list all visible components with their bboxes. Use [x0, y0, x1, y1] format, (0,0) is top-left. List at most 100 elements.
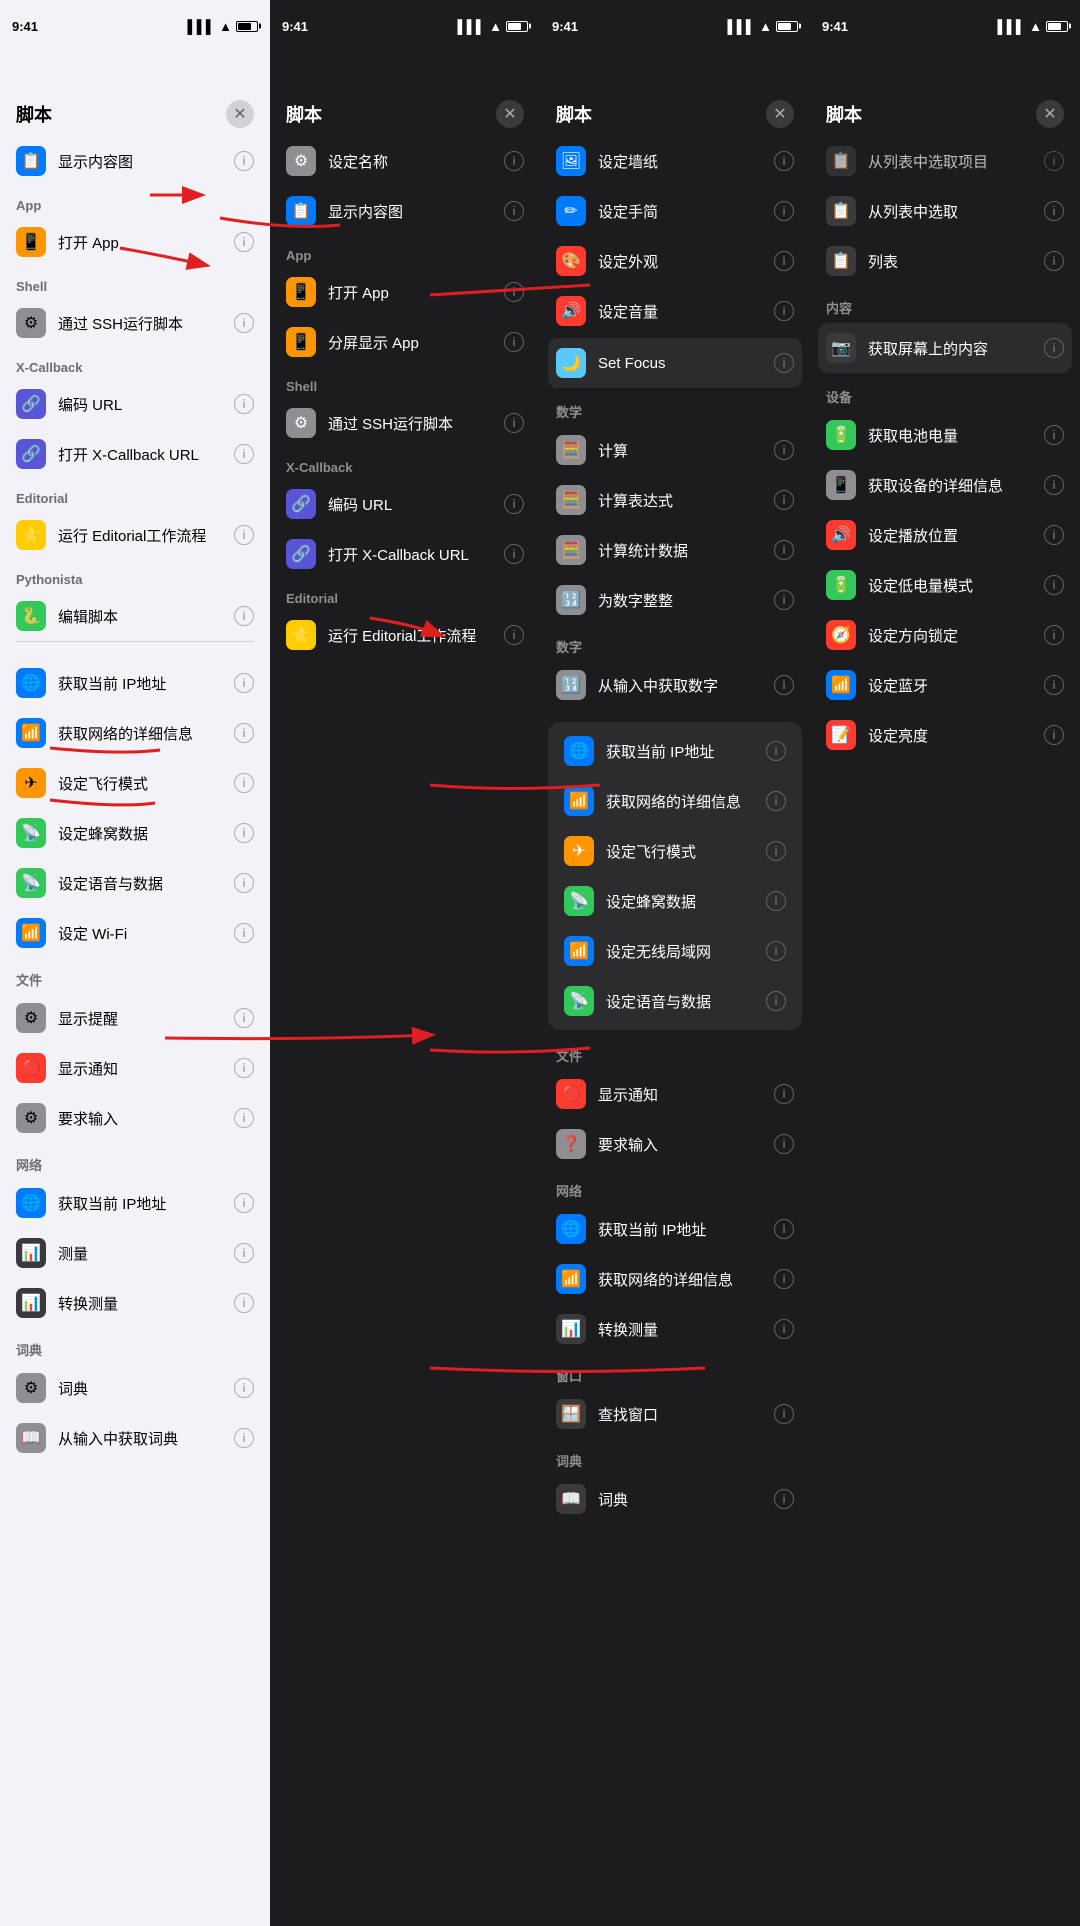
info-icon[interactable]: i	[234, 773, 254, 793]
list-item[interactable]: 📋 从列表中选取项目 i	[810, 136, 1080, 186]
list-item[interactable]: 📱 打开 App i	[270, 267, 540, 317]
info-icon[interactable]: i	[234, 151, 254, 171]
info-icon[interactable]: i	[774, 1219, 794, 1239]
info-icon[interactable]: i	[504, 201, 524, 221]
info-icon[interactable]: i	[234, 823, 254, 843]
list-item[interactable]: 📶 设定 Wi-Fi i	[0, 908, 270, 958]
info-icon[interactable]: i	[504, 544, 524, 564]
info-icon[interactable]: i	[504, 151, 524, 171]
list-item[interactable]: 🔋 设定低电量模式 i	[810, 560, 1080, 610]
list-item[interactable]: ⚙ 设定名称 i	[270, 136, 540, 186]
info-icon[interactable]: i	[774, 490, 794, 510]
list-item[interactable]: 🔗 打开 X-Callback URL i	[270, 529, 540, 579]
list-item[interactable]: 📖 词典 i	[540, 1474, 810, 1524]
list-item[interactable]: 🔢 为数字整整 i	[540, 575, 810, 625]
info-icon[interactable]: i	[766, 941, 786, 961]
list-item[interactable]: 📋 列表 i	[810, 236, 1080, 286]
info-icon[interactable]: i	[1044, 151, 1064, 171]
info-icon[interactable]: i	[766, 791, 786, 811]
info-icon[interactable]: i	[774, 151, 794, 171]
list-item[interactable]: ❓ 要求输入 i	[540, 1119, 810, 1169]
list-item[interactable]: 🧭 设定方向锁定 i	[810, 610, 1080, 660]
list-item[interactable]: ⭐ 运行 Editorial工作流程 i	[0, 510, 270, 560]
list-item[interactable]: 🔊 设定音量 i	[540, 286, 810, 336]
info-icon[interactable]: i	[774, 540, 794, 560]
info-icon[interactable]: i	[504, 413, 524, 433]
list-item[interactable]: 🔊 设定播放位置 i	[810, 510, 1080, 560]
info-icon[interactable]: i	[234, 873, 254, 893]
list-item[interactable]: 🐍 编辑脚本 i	[0, 591, 270, 641]
list-item[interactable]: 📡 设定语音与数据 i	[0, 858, 270, 908]
info-icon[interactable]: i	[504, 332, 524, 352]
info-icon[interactable]: i	[234, 1058, 254, 1078]
info-icon[interactable]: i	[774, 590, 794, 610]
list-item[interactable]: 📋 显示内容图 i	[0, 136, 270, 186]
info-icon[interactable]: i	[766, 891, 786, 911]
info-icon[interactable]: i	[774, 1404, 794, 1424]
list-item[interactable]: 📡 设定语音与数据 i	[548, 976, 802, 1026]
list-item[interactable]: 🧮 计算表达式 i	[540, 475, 810, 525]
list-item[interactable]: ⚙ 词典 i	[0, 1363, 270, 1413]
list-item[interactable]: 📊 转换测量 i	[0, 1278, 270, 1328]
list-item[interactable]: 📊 转换测量 i	[540, 1304, 810, 1354]
list-item[interactable]: 🪟 查找窗口 i	[540, 1389, 810, 1439]
info-icon[interactable]: i	[234, 525, 254, 545]
list-item[interactable]: 🌐 获取当前 IP地址 i	[548, 726, 802, 776]
info-icon[interactable]: i	[774, 201, 794, 221]
list-item[interactable]: ⚙ 要求输入 i	[0, 1093, 270, 1143]
info-icon[interactable]: i	[504, 494, 524, 514]
list-item[interactable]: ⭐ 运行 Editorial工作流程 i	[270, 610, 540, 660]
info-icon[interactable]: i	[1044, 525, 1064, 545]
info-icon[interactable]: i	[766, 991, 786, 1011]
list-item[interactable]: ⚙ 显示提醒 i	[0, 993, 270, 1043]
info-icon[interactable]: i	[1044, 675, 1064, 695]
info-icon[interactable]: i	[774, 251, 794, 271]
list-item[interactable]: 📡 设定蜂窝数据 i	[0, 808, 270, 858]
info-icon[interactable]: i	[504, 625, 524, 645]
info-icon[interactable]: i	[234, 1293, 254, 1313]
list-item[interactable]: 📱 获取设备的详细信息 i	[810, 460, 1080, 510]
info-icon[interactable]: i	[1044, 425, 1064, 445]
info-icon[interactable]: i	[234, 1428, 254, 1448]
list-item[interactable]: ✈ 设定飞行模式 i	[548, 826, 802, 876]
list-item[interactable]: ✈ 设定飞行模式 i	[0, 758, 270, 808]
info-icon[interactable]: i	[234, 606, 254, 626]
info-icon[interactable]: i	[234, 1108, 254, 1128]
info-icon[interactable]: i	[234, 232, 254, 252]
set-focus-item[interactable]: 🌙 Set Focus i	[548, 338, 802, 388]
list-item[interactable]: 📶 获取网络的详细信息 i	[0, 708, 270, 758]
info-icon[interactable]: i	[1044, 338, 1064, 358]
list-item[interactable]: 📋 从列表中选取 i	[810, 186, 1080, 236]
list-item[interactable]: 🔢 从输入中获取数字 i	[540, 660, 810, 710]
info-icon[interactable]: i	[1044, 201, 1064, 221]
list-item[interactable]: 🧮 计算统计数据 i	[540, 525, 810, 575]
list-item[interactable]: 📶 获取网络的详细信息 i	[548, 776, 802, 826]
list-item[interactable]: 🔴 显示通知 i	[0, 1043, 270, 1093]
info-icon[interactable]: i	[774, 1319, 794, 1339]
info-icon[interactable]: i	[234, 1243, 254, 1263]
info-icon[interactable]: i	[234, 723, 254, 743]
list-item[interactable]: 🔋 获取电池电量 i	[810, 410, 1080, 460]
list-item[interactable]: 📱 打开 App i	[0, 217, 270, 267]
info-icon[interactable]: i	[234, 444, 254, 464]
list-item[interactable]: 📶 获取网络的详细信息 i	[540, 1254, 810, 1304]
list-item[interactable]: 📋 显示内容图 i	[270, 186, 540, 236]
info-icon[interactable]: i	[766, 741, 786, 761]
list-item[interactable]: 🔗 编码 URL i	[0, 379, 270, 429]
list-item[interactable]: 🧮 计算 i	[540, 425, 810, 475]
list-item[interactable]: 🎨 设定外观 i	[540, 236, 810, 286]
list-item[interactable]: ⚙ 通过 SSH运行脚本 i	[0, 298, 270, 348]
list-item[interactable]: 📖 从输入中获取词典 i	[0, 1413, 270, 1463]
info-icon[interactable]: i	[1044, 475, 1064, 495]
info-icon[interactable]: i	[234, 1193, 254, 1213]
info-icon[interactable]: i	[234, 673, 254, 693]
info-icon[interactable]: i	[774, 301, 794, 321]
list-item[interactable]: 🔗 打开 X-Callback URL i	[0, 429, 270, 479]
info-icon[interactable]: i	[1044, 575, 1064, 595]
info-icon[interactable]: i	[1044, 725, 1064, 745]
info-icon[interactable]: i	[1044, 251, 1064, 271]
list-item[interactable]: 📊 测量 i	[0, 1228, 270, 1278]
list-item[interactable]: 📱 分屏显示 App i	[270, 317, 540, 367]
info-icon[interactable]: i	[774, 1084, 794, 1104]
list-item[interactable]: 🖼 设定墙纸 i	[540, 136, 810, 186]
